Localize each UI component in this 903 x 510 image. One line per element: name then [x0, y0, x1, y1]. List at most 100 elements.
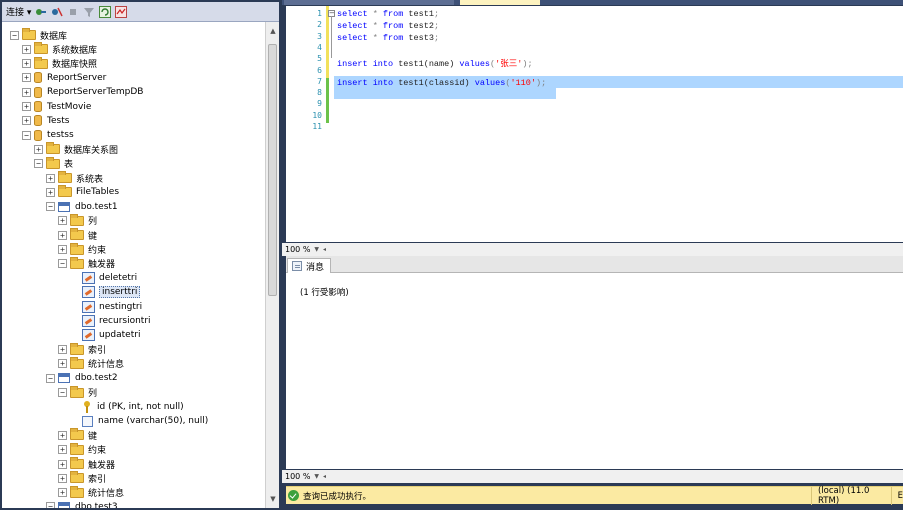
expand-toggle-icon[interactable]: +	[58, 430, 67, 440]
tree-item[interactable]: + 数据库关系图	[34, 142, 118, 156]
status-right-section: (local) (11.0 RTM) E	[811, 486, 903, 506]
tree-item[interactable]: + 系统表	[46, 171, 103, 185]
tree-item[interactable]: + Tests	[22, 114, 69, 128]
punctuation: ;	[433, 9, 440, 19]
line-number: 9	[317, 99, 322, 109]
scroll-left-arrow-icon[interactable]: ◂	[323, 246, 326, 253]
expand-toggle-icon[interactable]: +	[58, 216, 67, 226]
trigger-icon	[82, 329, 95, 342]
tree-item[interactable]: + ReportServer	[22, 71, 106, 85]
expand-toggle-icon[interactable]: +	[22, 87, 31, 97]
refresh-icon[interactable]	[99, 5, 112, 18]
expand-toggle-icon[interactable]: +	[22, 102, 31, 111]
tree-item[interactable]: nestingtri	[82, 300, 142, 314]
column-icon	[82, 415, 93, 427]
tree-item[interactable]: + 约束	[58, 242, 106, 257]
tree-item[interactable]: + 索引	[58, 471, 106, 485]
line-number: 4	[317, 42, 322, 52]
expand-toggle-icon[interactable]: +	[46, 187, 55, 197]
expand-toggle-icon[interactable]: +	[58, 488, 67, 498]
collapse-toggle-icon[interactable]: −	[10, 30, 19, 40]
folder-icon	[70, 485, 84, 498]
table-icon	[58, 501, 70, 508]
collapse-toggle-icon[interactable]: −	[58, 388, 67, 397]
expand-toggle-icon[interactable]: +	[34, 144, 43, 154]
tree-item[interactable]: name (varchar(50), null)	[82, 414, 208, 428]
collapse-toggle-icon[interactable]: −	[46, 502, 55, 508]
scroll-down-arrow-icon[interactable]: ▼	[266, 492, 280, 506]
expand-toggle-icon[interactable]: +	[46, 173, 55, 183]
expand-toggle-icon[interactable]: +	[58, 359, 67, 369]
collapse-toggle-icon[interactable]: −	[22, 130, 31, 140]
expand-toggle-icon[interactable]: +	[22, 116, 31, 126]
connect-icon[interactable]	[35, 6, 47, 18]
scroll-left-arrow-icon[interactable]: ◂	[323, 473, 326, 480]
tree-item[interactable]: − 触发器	[58, 256, 115, 271]
collapse-toggle-icon[interactable]: −	[34, 159, 43, 169]
scroll-up-arrow-icon[interactable]: ▲	[266, 24, 280, 38]
editor-zoom-level[interactable]: 100 %	[285, 245, 310, 254]
collapse-toggle-icon[interactable]: −	[46, 373, 55, 383]
scrollbar-thumb[interactable]	[268, 44, 277, 296]
tree-item[interactable]: − testss	[22, 128, 74, 142]
sql-editor[interactable]: − 1 2 3 4 5 6 7 8 9 10 11 select * from test1; sel…	[286, 6, 903, 242]
tree-item[interactable]: inserttri	[82, 285, 141, 299]
tree-item[interactable]: + 统计信息	[58, 485, 124, 500]
outline-fold-line	[331, 16, 332, 58]
tree-item[interactable]: − dbo.test3	[46, 500, 118, 508]
filter-icon[interactable]	[83, 6, 95, 18]
query-editor-area: − 1 2 3 4 5 6 7 8 9 10 11 select * from test1; sel…	[282, 0, 903, 510]
tree-item[interactable]: + 触发器	[58, 457, 115, 471]
zoom-dropdown-icon[interactable]: ▼	[314, 473, 319, 480]
tree-item[interactable]: − dbo.test2	[46, 371, 118, 385]
collapse-toggle-icon[interactable]: −	[58, 259, 67, 269]
tree-item[interactable]: deletetri	[82, 271, 137, 285]
stop-icon[interactable]	[67, 6, 79, 18]
document-tab-inactive[interactable]	[284, 0, 454, 5]
tree-item[interactable]: + 键	[58, 428, 97, 442]
expand-toggle-icon[interactable]: +	[58, 459, 67, 469]
folder-icon	[58, 185, 72, 198]
tree-item[interactable]: − 列	[58, 385, 97, 400]
tree-item-label: 数据库	[40, 31, 68, 42]
tab-messages[interactable]: 消息	[287, 258, 332, 273]
tree-item[interactable]: updatetri	[82, 328, 140, 342]
tree-item[interactable]: − 数据库	[10, 28, 67, 42]
server-info: (local) (11.0 RTM)	[818, 486, 870, 506]
results-zoom-level[interactable]: 100 %	[285, 472, 310, 481]
tree-item[interactable]: + TestMovie	[22, 100, 91, 114]
tree-item[interactable]: − 表	[34, 156, 73, 171]
expand-toggle-icon[interactable]: +	[58, 230, 67, 240]
connect-button[interactable]: 连接 ▾	[6, 5, 31, 18]
object-explorer-scrollbar[interactable]: ▲ ▼	[265, 22, 279, 508]
tree-item[interactable]: + FileTables	[46, 185, 119, 199]
expand-toggle-icon[interactable]: +	[58, 345, 67, 355]
keyword: select	[337, 33, 368, 43]
tree-item-label: 键	[88, 431, 98, 442]
disconnect-icon[interactable]	[51, 6, 64, 18]
identifier: test3	[403, 33, 434, 43]
results-zoom-bar: 100 % ▼ ◂	[282, 470, 903, 483]
expand-toggle-icon[interactable]: +	[22, 44, 31, 54]
activity-monitor-icon[interactable]	[115, 5, 128, 18]
collapse-toggle-icon[interactable]: −	[46, 202, 55, 212]
tree-item[interactable]: + 数据库快照	[22, 56, 97, 71]
expand-toggle-icon[interactable]: +	[58, 445, 67, 455]
expand-toggle-icon[interactable]: +	[58, 245, 67, 254]
document-tab-active[interactable]	[460, 0, 540, 5]
tree-item[interactable]: + 统计信息	[58, 356, 124, 371]
expand-toggle-icon[interactable]: +	[58, 473, 67, 483]
tree-item[interactable]: + 索引	[58, 342, 106, 357]
tree-item[interactable]: recursiontri	[82, 314, 151, 328]
tree-item[interactable]: + ReportServerTempDB	[22, 85, 143, 99]
tree-item-label: dbo.test3	[75, 501, 118, 508]
tree-item[interactable]: + 约束	[58, 442, 106, 457]
tree-item[interactable]: + 键	[58, 228, 97, 242]
expand-toggle-icon[interactable]: +	[22, 59, 31, 69]
tree-item[interactable]: + 列	[58, 213, 97, 228]
tree-item[interactable]: − dbo.test1	[46, 200, 118, 214]
zoom-dropdown-icon[interactable]: ▼	[314, 246, 319, 253]
tree-item[interactable]: + 系统数据库	[22, 42, 97, 56]
expand-toggle-icon[interactable]: +	[22, 73, 31, 83]
tree-item[interactable]: id (PK, int, not null)	[82, 400, 184, 414]
